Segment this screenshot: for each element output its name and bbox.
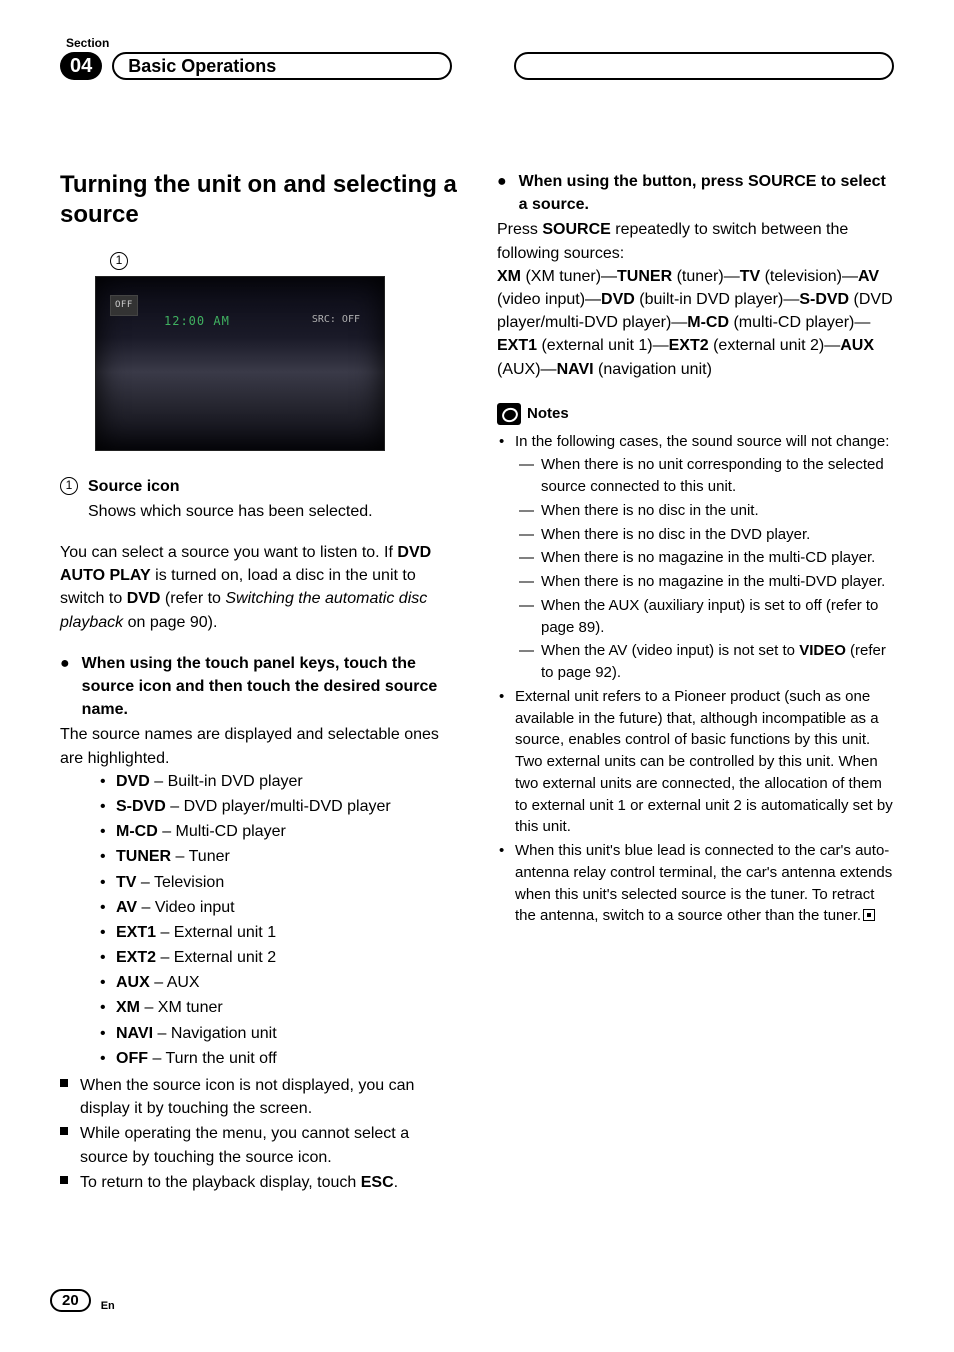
list-item: In the following cases, the sound source… — [497, 431, 894, 684]
source-list: DVD – Built-in DVD player S-DVD – DVD pl… — [100, 770, 457, 1070]
bullet-icon: ● — [497, 170, 507, 216]
screenshot-src-off: SRC: OFF — [312, 313, 360, 328]
list-item: When there is no magazine in the multi-D… — [515, 571, 894, 593]
list-item: When the AUX (auxiliary input) is set to… — [515, 595, 894, 639]
list-item: NAVI – Navigation unit — [100, 1022, 457, 1045]
list-item: EXT2 – External unit 2 — [100, 946, 457, 969]
list-item: DVD – Built-in DVD player — [100, 770, 457, 793]
notes-label: Notes — [527, 403, 569, 425]
list-item: TV – Television — [100, 871, 457, 894]
section-label: Section — [66, 36, 894, 50]
square-icon — [60, 1079, 68, 1087]
list-item: TUNER – Tuner — [100, 845, 457, 868]
list-item: External unit refers to a Pioneer produc… — [497, 686, 894, 838]
button-body: Press SOURCE repeatedly to switch betwee… — [497, 218, 894, 264]
screenshot-time: 12:00 AM — [164, 313, 230, 330]
end-square-icon — [863, 909, 875, 921]
notes-icon — [497, 403, 521, 425]
square-note-2: While operating the menu, you cannot sel… — [60, 1122, 457, 1168]
list-item: XM – XM tuner — [100, 996, 457, 1019]
touch-panel-heading: ● When using the touch panel keys, touch… — [60, 652, 457, 722]
square-note-1: When the source icon is not displayed, y… — [60, 1074, 457, 1120]
legend-row: 1 Source icon — [60, 475, 457, 498]
square-icon — [60, 1176, 68, 1184]
intro-paragraph: You can select a source you want to list… — [60, 541, 457, 634]
list-item: When there is no disc in the unit. — [515, 500, 894, 522]
source-chain: XM (XM tuner)—TUNER (tuner)—TV (televisi… — [497, 265, 894, 381]
list-item: EXT1 – External unit 1 — [100, 921, 457, 944]
bullet-icon: ● — [60, 652, 70, 722]
chapter-title-pill: Basic Operations — [112, 52, 452, 80]
list-item: AV – Video input — [100, 896, 457, 919]
legend-number: 1 — [60, 477, 78, 495]
page-title: Turning the unit on and selecting a sour… — [60, 170, 457, 230]
list-item: When there is no disc in the DVD player. — [515, 524, 894, 546]
square-note-3: To return to the playback display, touch… — [60, 1171, 457, 1194]
legend-title: Source icon — [88, 475, 180, 498]
page-footer: 20 En — [50, 1289, 115, 1312]
list-item: When there is no unit corresponding to t… — [515, 454, 894, 498]
list-item: S-DVD – DVD player/multi-DVD player — [100, 795, 457, 818]
list-item: When this unit's blue lead is connected … — [497, 840, 894, 927]
language-label: En — [101, 1300, 115, 1312]
notes-header: Notes — [497, 403, 894, 425]
chapter-header: 04 Basic Operations — [60, 52, 894, 80]
list-item: M-CD – Multi-CD player — [100, 820, 457, 843]
list-item: When the AV (video input) is not set to … — [515, 640, 894, 684]
list-item: OFF – Turn the unit off — [100, 1047, 457, 1070]
chapter-title-pill-empty — [514, 52, 894, 80]
button-heading: ● When using the button, press SOURCE to… — [497, 170, 894, 216]
device-screenshot: OFF 12:00 AM SRC: OFF — [95, 276, 385, 451]
notes-list: In the following cases, the sound source… — [497, 431, 894, 928]
touch-panel-body: The source names are displayed and selec… — [60, 723, 457, 769]
list-item: When there is no magazine in the multi-C… — [515, 547, 894, 569]
page-number: 20 — [50, 1289, 91, 1312]
square-icon — [60, 1127, 68, 1135]
screenshot-off-box: OFF — [110, 295, 138, 316]
section-number: 04 — [60, 52, 102, 80]
list-item: AUX – AUX — [100, 971, 457, 994]
callout-1: 1 — [110, 252, 128, 270]
legend-desc: Shows which source has been selected. — [88, 500, 457, 523]
